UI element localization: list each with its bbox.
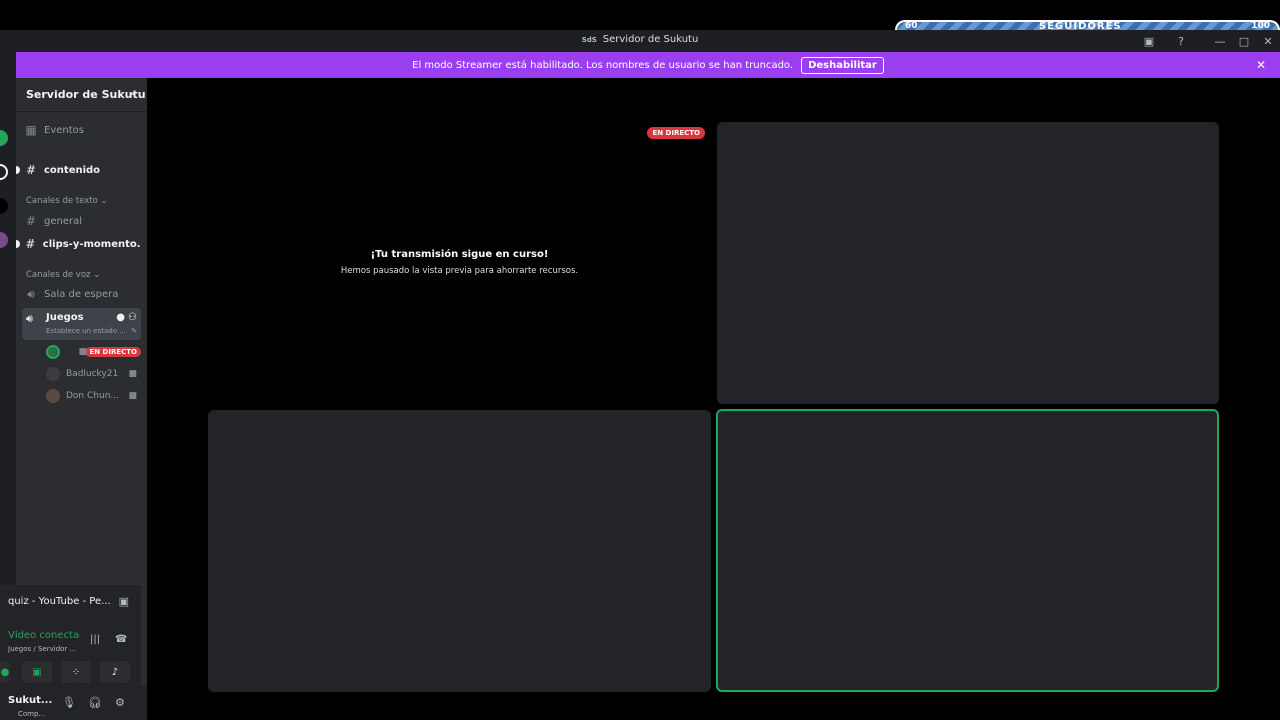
chevron-down-icon: ⌄ [100,196,108,206]
voice-user[interactable]: Badlucky21 ■ [46,364,141,384]
hash-icon: # [25,163,37,177]
user-status: Comp... [18,710,46,718]
video-tile[interactable] [717,122,1219,404]
voice-category[interactable]: Canales de voz ⌄ [26,270,100,280]
voice-user[interactable]: Don Chun... ■ [46,386,141,406]
signal-icon[interactable]: ||| [90,634,100,645]
activity-text: quiz - YouTube - Pe... [8,596,111,607]
channel-contenido[interactable]: # contenido [16,160,141,180]
video-tile[interactable] [208,410,711,692]
activity-panel[interactable]: quiz - YouTube - Pe... ▣ [0,585,141,620]
speaker-icon: 🔊︎ [26,312,33,325]
paused-text: Hemos pausado la vista previa para ahorr… [340,266,579,276]
activities-button[interactable]: ⁘ [61,661,91,683]
camera-icon: ■ [128,369,137,379]
channel-status[interactable]: Establece un estado ... [46,327,126,335]
chat-icon[interactable]: ● [116,312,125,323]
paused-title: ¡Tu transmisión sigue en curso! [370,249,549,260]
server-icon: SdS [581,36,597,44]
close-window-icon[interactable]: ✕ [1260,33,1276,49]
server-icon-2[interactable] [0,164,8,180]
own-stream-tile[interactable]: EN DIRECTO ¡Tu transmisión sigue en curs… [208,122,711,404]
camera-icon: ■ [128,391,137,401]
channel-label: Sala de espera [44,288,119,300]
banner-message: El modo Streamer está habilitado. Los no… [412,59,794,71]
calendar-icon: ▦ [25,123,37,137]
channel-label: clips-y-momento... [42,238,141,250]
user-panel: Sukut... Comp... 🎙︎ 🎧︎ ⚙ [0,686,147,720]
user-name: Don Chun... [66,391,118,401]
voice-channel-juegos[interactable]: 🔊︎ Juegos ● ⚇ Establece un estado ... ✎ [22,308,141,340]
server-header[interactable]: Servidor de Sukutu ⌄ [16,78,147,112]
chevron-down-icon: ⌄ [93,270,101,280]
category-label: Canales de texto [26,196,98,206]
soundboard-button[interactable]: ♪ [100,661,130,683]
help-icon[interactable]: ? [1173,33,1189,49]
avatar [46,345,60,359]
live-badge: EN DIRECTO [647,127,705,139]
server-icon-3[interactable] [0,198,8,214]
camera-button[interactable]: ● [0,661,10,683]
window-title: SdS Servidor de Sukutu [0,34,1280,45]
hash-icon: # [25,214,37,228]
channel-label: contenido [44,164,101,176]
hash-icon: # [25,237,36,251]
microphone-icon[interactable]: 🎙︎ [62,696,76,709]
unread-indicator [16,240,20,248]
streamer-mode-banner: El modo Streamer está habilitado. Los no… [16,52,1280,78]
events-label: Eventos [44,124,84,136]
user-name: Badlucky21 [66,369,118,379]
avatar [46,367,60,381]
events-item[interactable]: ▦ Eventos [22,120,141,140]
chevron-down-icon: ⌄ [128,87,137,98]
user-name[interactable]: Sukut... [8,695,52,706]
minimize-icon[interactable]: — [1212,33,1228,49]
headphones-icon[interactable]: 🎧︎ [88,696,102,709]
channel-general[interactable]: # general [22,211,141,231]
voice-user-self[interactable]: ■ EN DIRECTO [46,342,141,362]
video-tile-speaking[interactable] [716,409,1219,692]
channel-label: general [44,215,83,227]
pencil-icon[interactable]: ✎ [131,327,137,335]
screen-share-icon[interactable]: ▣ [119,595,129,608]
voice-status[interactable]: Vídeo conectad [8,630,80,641]
server-icon-1[interactable] [0,130,8,146]
voice-connection-panel: Vídeo conectad Juegos / Servidor ... |||… [0,620,141,686]
live-badge: EN DIRECTO [85,347,141,357]
avatar [46,389,60,403]
category-label: Canales de voz [26,270,91,280]
inbox-icon[interactable]: ▣ [1141,33,1157,49]
speaker-icon: 🔊︎ [27,286,35,301]
text-category[interactable]: Canales de texto ⌄ [26,196,108,206]
voice-channel-waiting[interactable]: 🔊︎ Sala de espera [22,284,141,304]
channel-label: Juegos [46,312,84,323]
window-title-text: Servidor de Sukutu [602,34,699,45]
window-titlebar: SdS Servidor de Sukutu ▣ ? — □ ✕ [0,30,1280,52]
settings-icon[interactable]: ⚙ [115,696,125,709]
close-banner-icon[interactable]: ✕ [1256,58,1266,72]
disable-streamer-button[interactable]: Deshabilitar [801,56,884,74]
camera-icon: ■ [78,347,87,357]
disconnect-icon[interactable]: ☎ [115,634,127,645]
maximize-icon[interactable]: □ [1236,33,1252,49]
server-icon-4[interactable] [0,232,8,248]
unread-indicator [16,166,20,174]
add-user-icon[interactable]: ⚇ [128,312,137,323]
voice-location[interactable]: Juegos / Servidor ... [8,645,80,653]
stream-button[interactable]: ▣ [22,661,52,683]
channel-clips[interactable]: # clips-y-momento... [16,234,141,254]
